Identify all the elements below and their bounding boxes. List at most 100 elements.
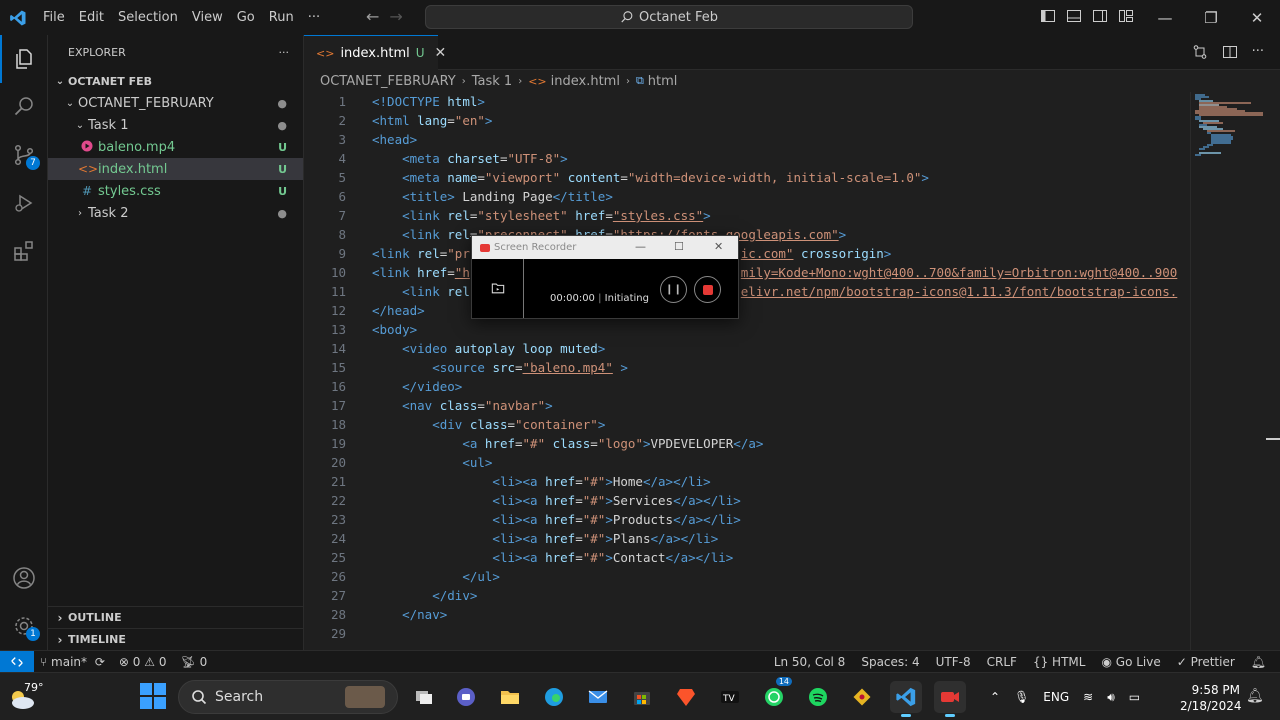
code-line[interactable]: 4 <meta charset="UTF-8"> [304,149,1190,168]
code-line[interactable]: 22 <li><a href="#">Services</a></li> [304,491,1190,510]
more-actions-icon[interactable]: ··· [1252,44,1264,64]
close-tab-icon[interactable]: ✕ [435,45,447,61]
git-tool-icon[interactable] [846,681,878,713]
show-hidden-icons-chevron-up-icon[interactable]: ⌃ [990,690,1000,704]
edge-browser-icon[interactable] [538,681,570,713]
recorder-pause-button[interactable]: ❙❙ [660,276,687,303]
vscode-taskbar-icon[interactable] [890,681,922,717]
manage-gear-icon[interactable]: 1 [0,602,48,650]
code-line[interactable]: 28 </nav> [304,605,1190,624]
tree-folder-task-1[interactable]: ⌄ Task 1 ● [48,114,303,136]
code-line[interactable]: 26 </ul> [304,567,1190,586]
code-line[interactable]: 1 <!DOCTYPE html> [304,92,1190,111]
back-arrow-icon[interactable]: ← [366,7,379,26]
recorder-stop-button[interactable] [694,276,721,303]
code-line[interactable]: 10 <link href="h mily=Kode+Mono:wght@400.… [304,263,1190,282]
toggle-secondary-sidebar-icon[interactable] [1092,8,1108,24]
battery-icon[interactable]: ▭ [1129,690,1140,704]
code-line[interactable]: 11 <link rel elivr.net/npm/bootstrap-ico… [304,282,1190,301]
code-line[interactable]: 25 <li><a href="#">Contact</a></li> [304,548,1190,567]
code-line[interactable]: 9 <link rel="pr ic.com" crossorigin> [304,244,1190,263]
code-line[interactable]: 19 <a href="#" class="logo">VPDEVELOPER<… [304,434,1190,453]
menu-go[interactable]: Go [230,0,262,35]
prettier-status[interactable]: ✓ Prettier [1177,655,1235,669]
mail-icon[interactable] [582,681,614,713]
code-line[interactable]: 14 <video autoplay loop muted> [304,339,1190,358]
ports-status[interactable]: 📡︎ 0 [181,655,208,669]
notification-bell-icon[interactable]: 🔔︎ [1246,688,1264,704]
file-encoding[interactable]: UTF-8 [936,655,971,669]
toggle-panel-icon[interactable] [1066,8,1082,24]
tree-file-index-html[interactable]: <> index.html U [48,158,303,180]
restore-icon[interactable]: ❐ [1188,0,1234,35]
run-debug-icon[interactable] [0,179,48,227]
code-line[interactable]: 6 <title> Landing Page</title> [304,187,1190,206]
code-editor[interactable]: 1 <!DOCTYPE html> 2 <html lang="en"> 3 <head>… [304,92,1190,650]
accounts-icon[interactable] [0,554,48,602]
editor-scrollbar-thumb[interactable] [1266,438,1280,440]
compare-changes-icon[interactable] [1192,44,1208,64]
wifi-icon[interactable]: ≋ [1083,690,1093,704]
menu-selection[interactable]: Selection [111,0,185,35]
toggle-primary-sidebar-icon[interactable] [1040,8,1056,24]
code-line[interactable]: 17 <nav class="navbar"> [304,396,1190,415]
microphone-icon[interactable]: 🎙︎ [1014,690,1029,704]
tree-file-styles-css[interactable]: # styles.css U [48,180,303,202]
code-line[interactable]: 12 </head> [304,301,1190,320]
code-line[interactable]: 8 <link rel="preconnect" href="https://f… [304,225,1190,244]
cursor-position[interactable]: Ln 50, Col 8 [774,655,846,669]
microsoft-store-icon[interactable] [626,681,658,713]
recorder-minimize-icon[interactable]: — [635,240,646,253]
weather-widget[interactable]: 79° [8,679,48,715]
code-line[interactable]: 2 <html lang="en"> [304,111,1190,130]
brave-browser-icon[interactable] [670,681,702,713]
minimap[interactable] [1190,92,1266,650]
spotify-icon[interactable] [802,681,834,713]
file-explorer-icon[interactable] [494,681,526,713]
code-line[interactable]: 13 <body> [304,320,1190,339]
code-line[interactable]: 5 <meta name="viewport" content="width=d… [304,168,1190,187]
forward-arrow-icon[interactable]: → [389,7,402,26]
remote-indicator-icon[interactable] [0,651,34,673]
taskbar-search[interactable]: Search [178,680,398,714]
breadcrumb-folder[interactable]: OCTANET_FEBRUARY [320,74,456,89]
tree-file-baleno-mp4[interactable]: baleno.mp4 U [48,136,303,158]
minimize-icon[interactable]: — [1142,0,1188,35]
menu-more[interactable]: ··· [301,0,327,35]
input-language[interactable]: ENG [1043,690,1069,704]
code-line[interactable]: 7 <link rel="stylesheet" href="styles.cs… [304,206,1190,225]
code-line[interactable]: 15 <source src="baleno.mp4" > [304,358,1190,377]
breadcrumb-symbol[interactable]: html [648,74,678,89]
outline-section-header[interactable]: › OUTLINE [48,606,304,628]
code-line[interactable]: 16 </video> [304,377,1190,396]
whatsapp-icon[interactable]: 14 [758,677,792,713]
explorer-icon[interactable] [0,35,48,83]
code-line[interactable]: 20 <ul> [304,453,1190,472]
menu-edit[interactable]: Edit [72,0,111,35]
notifications-bell-icon[interactable]: 🔔︎ [1251,655,1266,669]
split-editor-icon[interactable] [1222,44,1238,64]
menu-view[interactable]: View [185,0,230,35]
menu-file[interactable]: File [36,0,72,35]
taskbar-clock[interactable]: 9:58 PM 2/18/2024 [1180,682,1242,714]
tree-folder-octanet-february[interactable]: ⌄ OCTANET_FEBRUARY ● [48,92,303,114]
close-window-icon[interactable]: ✕ [1234,0,1280,35]
source-control-icon[interactable]: 7 [0,131,48,179]
extensions-icon[interactable] [0,227,48,275]
code-line[interactable]: 29 [304,624,1190,643]
tab-index-html[interactable]: <> index.html U ✕ [304,35,446,70]
timeline-section-header[interactable]: › TIMELINE [48,628,304,650]
screen-recorder-taskbar-icon[interactable] [934,681,966,717]
menu-run[interactable]: Run [262,0,301,35]
end-of-line[interactable]: CRLF [987,655,1017,669]
screen-recorder-titlebar[interactable]: Screen Recorder — ☐ ✕ [472,236,738,259]
explorer-more-actions[interactable]: ··· [279,46,290,59]
tree-folder-task-2[interactable]: › Task 2 ● [48,202,303,224]
problems-status[interactable]: ⊗ 0 ⚠ 0 [119,655,167,669]
workspace-section-header[interactable]: ⌄ OCTANET FEB [48,70,303,92]
volume-icon[interactable]: 🔊︎ [1107,690,1115,705]
code-line[interactable]: 21 <li><a href="#">Home</a></li> [304,472,1190,491]
code-line[interactable]: 18 <div class="container"> [304,415,1190,434]
open-folder-icon[interactable] [491,281,505,299]
task-view-icon[interactable] [408,681,440,713]
